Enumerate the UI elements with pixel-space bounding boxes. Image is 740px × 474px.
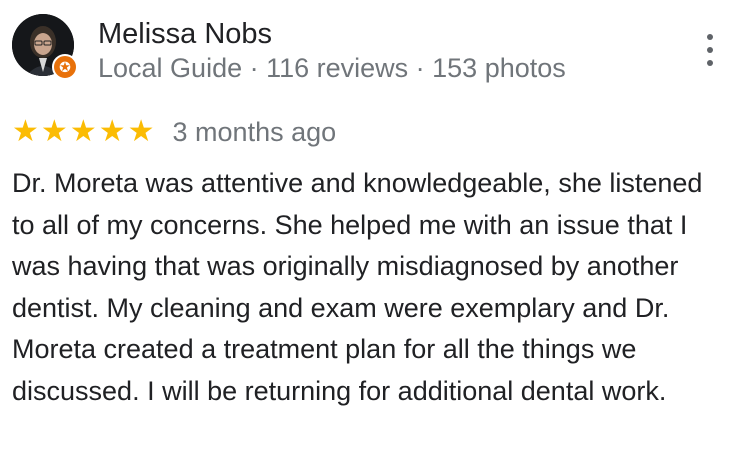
avatar-container[interactable]: ✪ [12, 14, 78, 80]
star-icon: ★ [98, 115, 126, 148]
rating-row: ★ ★ ★ ★ ★ 3 months ago [12, 114, 336, 150]
reviewer-meta: Local Guide · 116 reviews · 153 photos [98, 53, 566, 83]
review-date: 3 months ago [172, 117, 337, 147]
review-text: Dr. Moreta was attentive and knowledgeab… [12, 168, 703, 406]
star-icon: ★ [69, 115, 97, 148]
more-options-dot [707, 34, 713, 40]
local-guide-star-icon: ✪ [52, 54, 78, 80]
more-options-icon[interactable] [700, 34, 720, 66]
star-rating: ★ ★ ★ ★ ★ [12, 114, 155, 150]
reviewer-header: ✪ Melissa Nobs Local Guide · 116 reviews… [12, 14, 728, 84]
more-options-dot [707, 47, 713, 53]
star-icon: ★ [127, 115, 155, 148]
reviewer-name[interactable]: Melissa Nobs [98, 16, 272, 52]
review-card: ✪ Melissa Nobs Local Guide · 116 reviews… [0, 0, 740, 474]
more-options-dot [707, 60, 713, 66]
star-icon: ★ [12, 115, 39, 148]
star-icon: ★ [40, 115, 68, 148]
